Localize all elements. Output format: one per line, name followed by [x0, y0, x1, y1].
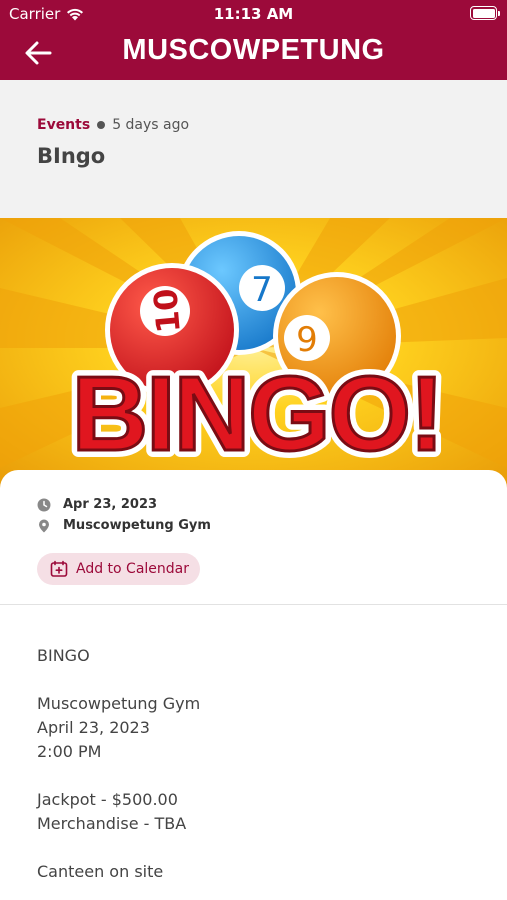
post-age: 5 days ago: [112, 117, 190, 133]
event-description: BINGO Muscowpetung Gym April 23, 2023 2:…: [37, 644, 477, 900]
event-date-row: Apr 23, 2023: [37, 497, 157, 512]
svg-text:10: 10: [146, 287, 188, 335]
battery-icon: [470, 6, 500, 20]
event-details-card: Apr 23, 2023 Muscowpetung Gym Add to Cal…: [0, 470, 507, 900]
post-header: Events 5 days ago BIngo: [0, 80, 507, 218]
category-label[interactable]: Events: [37, 117, 90, 133]
add-to-calendar-button[interactable]: Add to Calendar: [37, 553, 201, 585]
svg-text:BINGO!: BINGO!: [72, 355, 443, 473]
bingo-banner-image: 7 9 10 BINGO! BINGO!: [0, 218, 507, 488]
calendar-plus-icon: [50, 560, 68, 577]
description-paragraph: BINGO: [37, 646, 90, 665]
post-meta: Events 5 days ago: [37, 117, 189, 133]
add-to-calendar-label: Add to Calendar: [76, 561, 190, 577]
status-time: 11:13 AM: [213, 5, 294, 23]
event-date: Apr 23, 2023: [63, 497, 158, 512]
description-paragraph: Canteen on site: [37, 862, 164, 881]
status-bar: Carrier 11:13 AM: [0, 0, 507, 28]
separator-dot: [97, 121, 106, 129]
svg-text:7: 7: [251, 270, 273, 310]
clock-icon: [37, 498, 51, 511]
location-pin-icon: [39, 519, 49, 532]
event-location-row: Muscowpetung Gym: [37, 518, 211, 533]
app-title: MUSCOWPETUNG: [122, 34, 385, 66]
event-location: Muscowpetung Gym: [63, 518, 211, 533]
navigation-bar: MUSCOWPETUNG: [0, 28, 507, 80]
description-paragraph: Muscowpetung Gym April 23, 2023 2:00 PM: [37, 694, 201, 761]
post-title: BIngo: [37, 144, 106, 168]
svg-text:9: 9: [296, 320, 318, 360]
divider: [0, 604, 507, 605]
description-paragraph: Jackpot - $500.00 Merchandise - TBA: [37, 790, 187, 833]
